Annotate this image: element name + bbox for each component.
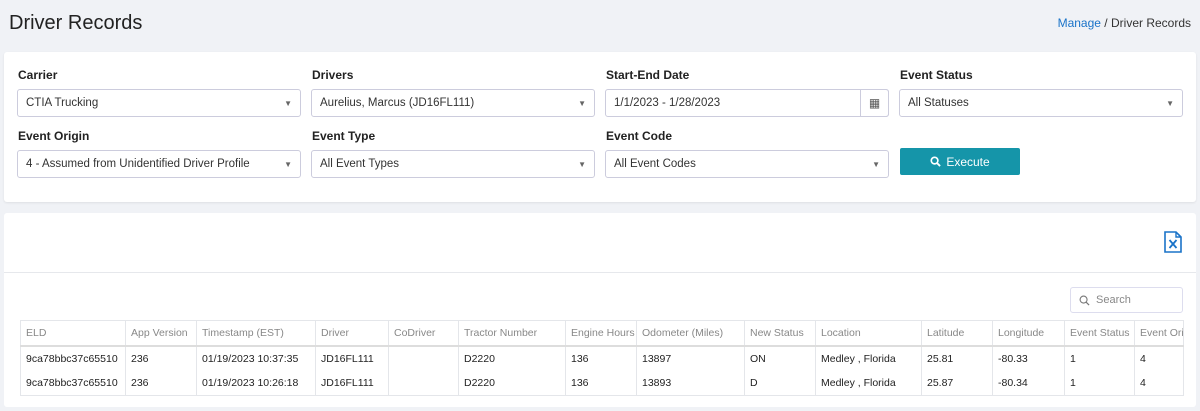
table-cell: -80.33 (992, 345, 1065, 371)
chevron-down-icon: ▼ (1166, 99, 1174, 108)
column-header[interactable]: Location (815, 320, 922, 347)
date-value: 1/1/2023 - 1/28/2023 (614, 97, 721, 109)
event-status-value: All Statuses (908, 97, 969, 109)
table-cell: 13897 (636, 345, 745, 371)
drivers-select[interactable]: Aurelius, Marcus (JD16FL111) ▼ (311, 89, 595, 117)
column-header[interactable]: Longitude (992, 320, 1065, 347)
breadcrumb-manage-link[interactable]: Manage (1058, 16, 1101, 30)
event-type-label: Event Type (312, 129, 376, 143)
search-icon (1079, 295, 1090, 306)
column-header[interactable]: App Version (125, 320, 197, 347)
column-header[interactable]: Latitude (921, 320, 993, 347)
table-cell: D2220 (458, 345, 566, 371)
column-header[interactable]: Event Status (1064, 320, 1135, 347)
search-icon (930, 156, 942, 167)
event-code-label: Event Code (606, 129, 673, 143)
table-cell: 1 (1064, 345, 1135, 371)
event-type-value: All Event Types (320, 158, 400, 170)
drivers-value: Aurelius, Marcus (JD16FL111) (320, 97, 475, 109)
filter-panel: Carrier CTIA Trucking ▼ Drivers Aurelius,… (4, 52, 1196, 202)
execute-button[interactable]: Execute (900, 148, 1020, 175)
page-title: Driver Records (9, 12, 143, 34)
table-cell: 4 (1134, 370, 1184, 396)
table-cell (388, 370, 459, 396)
table-cell: 13893 (636, 370, 745, 396)
event-code-select[interactable]: All Event Codes ▼ (605, 150, 889, 178)
table-cell: D2220 (458, 370, 566, 396)
table-cell: 136 (565, 345, 637, 371)
column-header[interactable]: Driver (315, 320, 389, 347)
results-panel: Search ELD App Version Timestamp (EST) Driv… (4, 213, 1196, 407)
column-header[interactable]: Timestamp (EST) (196, 320, 316, 347)
chevron-down-icon: ▼ (578, 160, 586, 169)
breadcrumb-current: Driver Records (1110, 16, 1191, 30)
table-cell: -80.34 (992, 370, 1065, 396)
table-row[interactable]: 9ca78bbc37c65510 236 01/19/2023 10:37:35 JD… (20, 345, 1184, 371)
carrier-value: CTIA Trucking (26, 97, 99, 109)
search-input[interactable]: Search (1070, 287, 1183, 313)
chevron-down-icon: ▼ (872, 160, 880, 169)
search-placeholder: Search (1096, 294, 1131, 306)
table-row[interactable]: 9ca78bbc37c65510 236 01/19/2023 10:26:18 JD… (20, 370, 1184, 396)
table-cell: 01/19/2023 10:26:18 (196, 370, 316, 396)
carrier-select[interactable]: CTIA Trucking ▼ (17, 89, 301, 117)
divider (4, 272, 1196, 273)
breadcrumb-separator: / (1104, 16, 1108, 30)
table-header-row: ELD App Version Timestamp (EST) Driver CoDri… (20, 320, 1184, 347)
column-header[interactable]: Odometer (Miles) (636, 320, 745, 347)
date-range-input[interactable]: 1/1/2023 - 1/28/2023 ▦ (605, 89, 889, 117)
chevron-down-icon: ▼ (284, 160, 292, 169)
table-cell: 9ca78bbc37c65510 (20, 345, 126, 371)
chevron-down-icon: ▼ (284, 99, 292, 108)
event-status-label: Event Status (900, 68, 973, 82)
execute-label: Execute (946, 154, 990, 169)
column-header[interactable]: Tractor Number (458, 320, 566, 347)
column-header[interactable]: Event Orig (1134, 320, 1184, 347)
table-cell: 25.81 (921, 345, 993, 371)
table-cell: Medley , Florida (815, 345, 922, 371)
table-cell: 9ca78bbc37c65510 (20, 370, 126, 396)
event-origin-value: 4 - Assumed from Unidentified Driver Pro… (26, 158, 250, 170)
table-cell: Medley , Florida (815, 370, 922, 396)
breadcrumb: Manage / Driver Records (1058, 16, 1191, 30)
table-cell: D (744, 370, 816, 396)
table-cell: 1 (1064, 370, 1135, 396)
column-header[interactable]: Engine Hours (565, 320, 637, 347)
event-code-value: All Event Codes (614, 158, 696, 170)
table-cell (388, 345, 459, 371)
event-status-select[interactable]: All Statuses ▼ (899, 89, 1183, 117)
table-cell: 01/19/2023 10:37:35 (196, 345, 316, 371)
table-cell: 236 (125, 370, 197, 396)
table-cell: JD16FL111 (315, 345, 389, 371)
event-origin-select[interactable]: 4 - Assumed from Unidentified Driver Pro… (17, 150, 301, 178)
records-table: ELD App Version Timestamp (EST) Driver CoDri… (20, 320, 1184, 396)
column-header[interactable]: CoDriver (388, 320, 459, 347)
date-label: Start-End Date (606, 68, 690, 82)
chevron-down-icon: ▼ (578, 99, 586, 108)
excel-export-icon[interactable] (1164, 231, 1182, 253)
table-cell: 236 (125, 345, 197, 371)
event-origin-label: Event Origin (18, 129, 90, 143)
calendar-icon[interactable]: ▦ (860, 89, 889, 117)
table-cell: 136 (565, 370, 637, 396)
table-cell: 25.87 (921, 370, 993, 396)
table-cell: JD16FL111 (315, 370, 389, 396)
table-cell: ON (744, 345, 816, 371)
column-header[interactable]: New Status (744, 320, 816, 347)
event-type-select[interactable]: All Event Types ▼ (311, 150, 595, 178)
table-cell: 4 (1134, 345, 1184, 371)
column-header[interactable]: ELD (20, 320, 126, 347)
carrier-label: Carrier (18, 68, 58, 82)
drivers-label: Drivers (312, 68, 354, 82)
